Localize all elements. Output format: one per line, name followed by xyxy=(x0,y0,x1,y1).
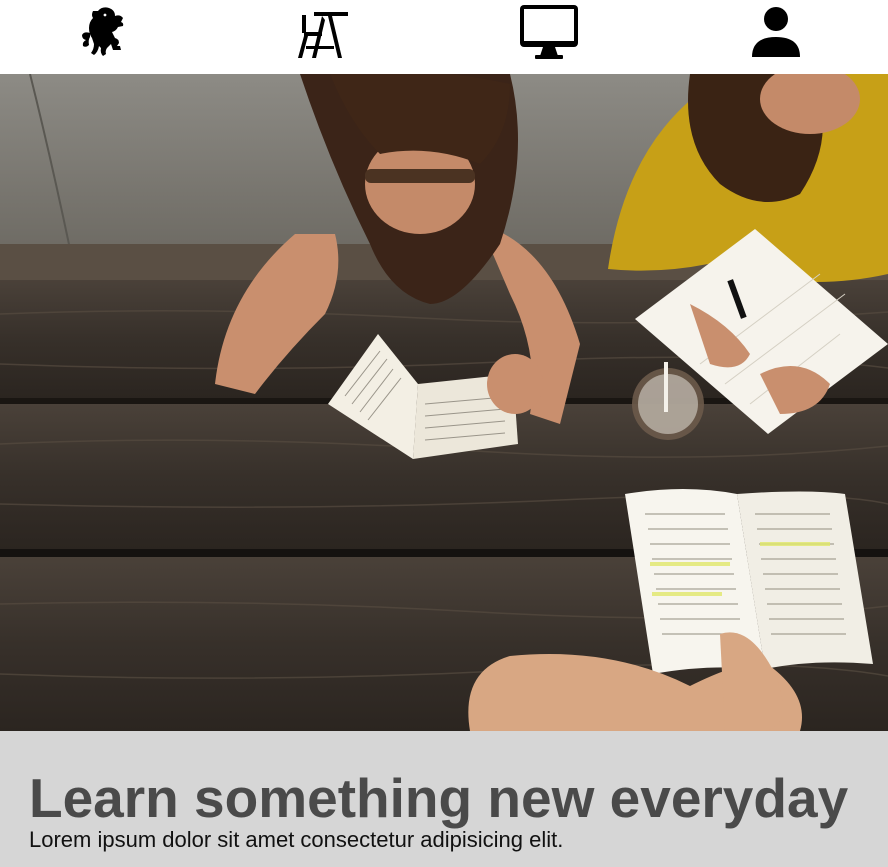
banner-heading: Learn something new everyday xyxy=(29,767,849,829)
banner-subtext: Lorem ipsum dolor sit amet consectetur a… xyxy=(29,827,564,852)
monitor-icon[interactable] xyxy=(519,3,579,63)
lion-rampant-icon[interactable] xyxy=(76,3,136,63)
user-icon[interactable] xyxy=(746,3,806,63)
top-navigation xyxy=(0,0,888,74)
school-desk-icon[interactable] xyxy=(292,3,352,63)
hero-banner: Learn something new everyday Lorem ipsum… xyxy=(0,731,888,867)
hero-image xyxy=(0,74,888,731)
